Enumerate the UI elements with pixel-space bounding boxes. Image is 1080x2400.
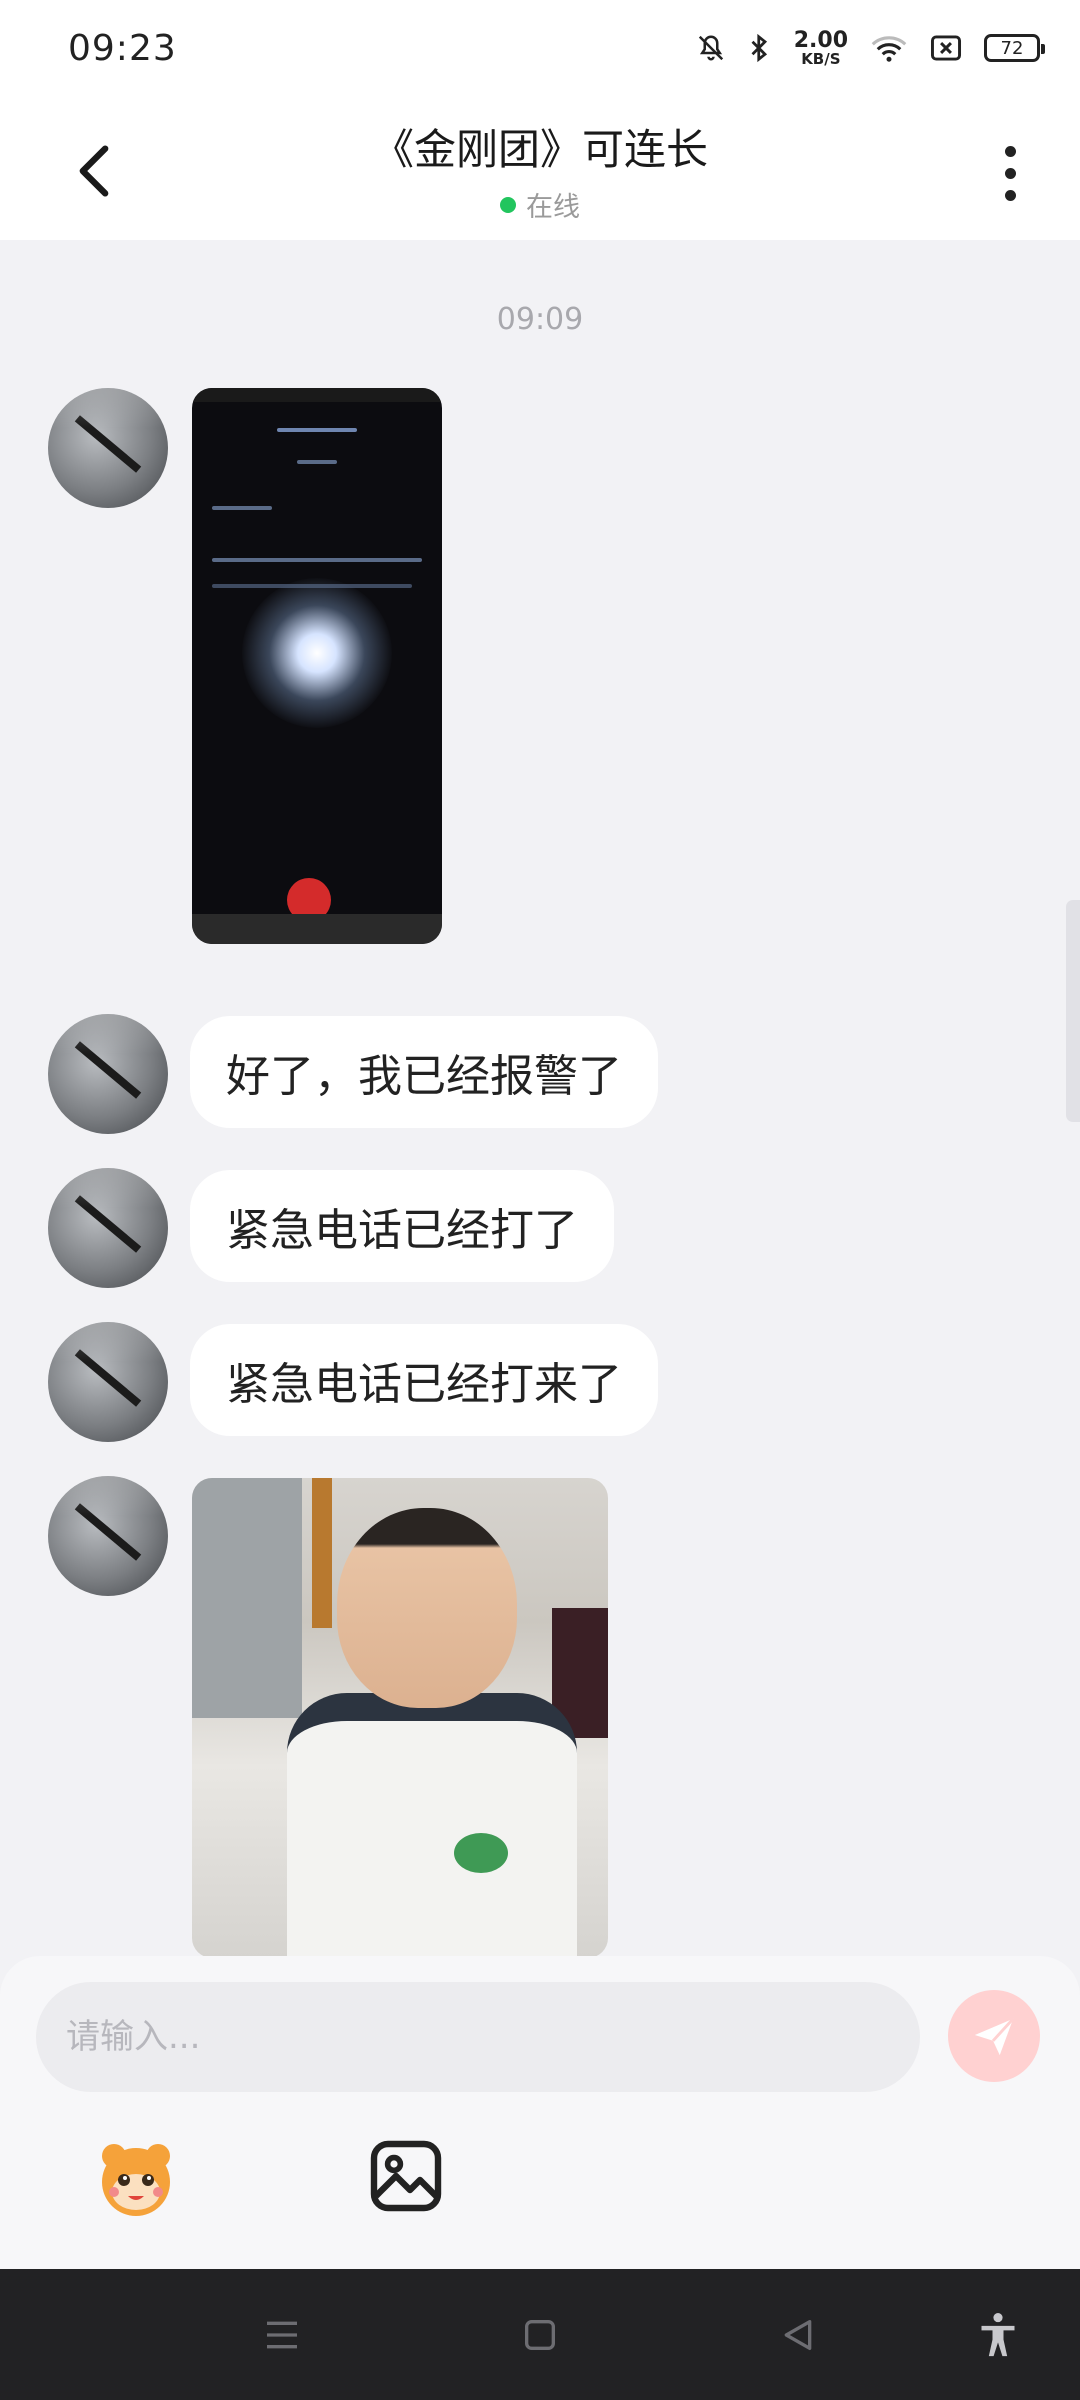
menu-icon	[267, 2321, 297, 2349]
bluetooth-icon	[748, 33, 772, 63]
net-speed-unit: KB/S	[801, 49, 841, 68]
image-detail	[454, 1833, 508, 1873]
message-timestamp: 09:09	[496, 302, 584, 337]
avatar[interactable]	[48, 388, 168, 508]
avatar[interactable]	[48, 1322, 168, 1442]
image-detail	[192, 388, 442, 402]
battery-level: 72	[1000, 37, 1024, 59]
title-block: 《金刚团》可连长 在线	[0, 116, 1080, 224]
sim-x-icon	[930, 34, 962, 62]
wifi-icon	[870, 33, 908, 63]
avatar[interactable]	[48, 1168, 168, 1288]
message-bubble[interactable]: 紧急电话已经打了	[190, 1170, 614, 1282]
image-detail	[297, 460, 337, 464]
net-speed-value: 2.00	[793, 27, 848, 53]
message-bubble[interactable]: 紧急电话已经打来了	[190, 1324, 658, 1436]
image-detail	[242, 578, 392, 728]
emoji-mascot-icon[interactable]	[92, 2134, 180, 2222]
image-detail	[192, 1478, 302, 1718]
more-options-button[interactable]	[990, 138, 1030, 208]
more-dot-icon	[1004, 145, 1016, 157]
image-detail	[277, 428, 357, 432]
online-status: 在线	[0, 185, 1080, 224]
send-button[interactable]	[948, 1990, 1040, 2082]
message-input[interactable]	[36, 1982, 920, 2092]
image-detail	[287, 1693, 577, 1958]
chat-area[interactable]: 09:09 好了，我已经报警了 紧急电话已经打了 紧急电话已经打来了	[0, 240, 1080, 1958]
status-bar: 09:23 2.00 KB/S 72	[0, 0, 1080, 96]
message-image-photo[interactable]	[192, 1478, 608, 1958]
back-triangle-icon	[784, 2320, 812, 2350]
status-icons: 2.00 KB/S 72	[696, 27, 1045, 68]
image-detail	[212, 506, 272, 510]
net-speed: 2.00 KB/S	[793, 27, 848, 68]
more-dot-icon	[1004, 167, 1016, 179]
scrollbar[interactable]	[1066, 900, 1080, 1122]
send-icon	[974, 2017, 1015, 2056]
home-icon	[525, 2320, 555, 2350]
image-detail	[312, 1478, 332, 1628]
online-status-label: 在线	[526, 192, 580, 223]
image-picker-icon[interactable]	[366, 2136, 446, 2216]
more-dot-icon	[1004, 189, 1016, 201]
system-nav-bar	[0, 2269, 1080, 2400]
image-detail	[212, 558, 422, 562]
contact-name: 《金刚团》可连长	[371, 125, 708, 174]
back-nav-button[interactable]	[768, 2305, 828, 2365]
message-image-call-screenshot[interactable]	[192, 388, 442, 944]
image-detail	[192, 914, 442, 944]
menu-button[interactable]	[252, 2305, 312, 2365]
image-detail	[337, 1508, 517, 1708]
online-dot-icon	[500, 196, 516, 213]
home-button[interactable]	[510, 2305, 570, 2365]
message-bubble[interactable]: 好了，我已经报警了	[190, 1016, 658, 1128]
battery-icon: 72	[984, 34, 1045, 62]
avatar[interactable]	[48, 1476, 168, 1596]
avatar[interactable]	[48, 1014, 168, 1134]
mute-bell-icon	[696, 33, 726, 63]
accessibility-icon	[981, 2313, 1015, 2357]
input-area	[0, 1956, 1080, 2269]
chat-header: 《金刚团》可连长 在线	[0, 96, 1080, 240]
accessibility-button[interactable]	[968, 2305, 1028, 2365]
status-time: 09:23	[68, 27, 177, 69]
